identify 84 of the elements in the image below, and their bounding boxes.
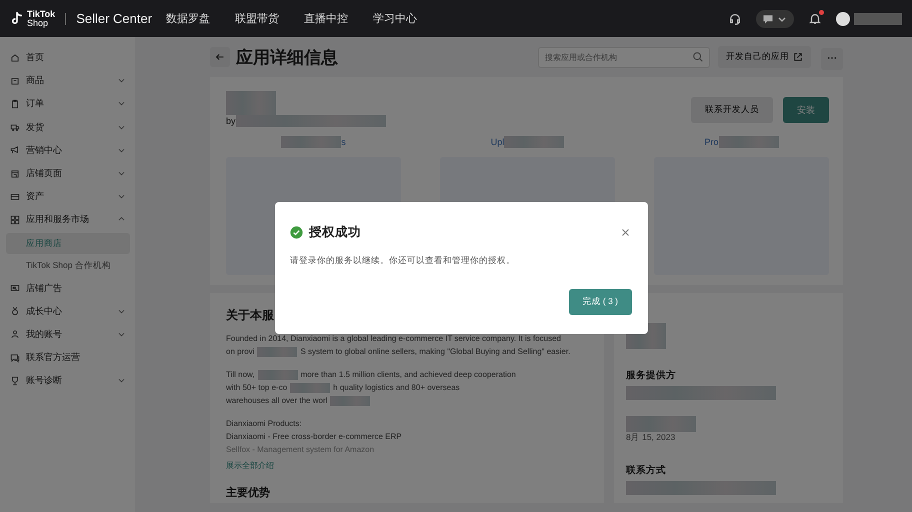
redacted-text bbox=[257, 346, 298, 356]
sidebar-item[interactable]: 我的账号 bbox=[0, 322, 135, 346]
menu-icon bbox=[10, 306, 20, 316]
logo-subtext: Shop bbox=[27, 18, 50, 28]
nav-link[interactable]: 数据罗盘 bbox=[166, 11, 210, 26]
menu-icon bbox=[10, 352, 20, 363]
product-line: Dianxiaomi - Free cross-border e-commerce ERP bbox=[226, 431, 403, 443]
sidebar-item[interactable]: 订单 bbox=[0, 92, 135, 116]
sidebar-item[interactable]: 资产 bbox=[0, 185, 135, 208]
paragraph-text: on provi bbox=[226, 346, 254, 358]
search-icon bbox=[692, 51, 704, 63]
menu-icon bbox=[10, 329, 20, 340]
developer-label: by bbox=[226, 116, 236, 126]
done-button[interactable]: 完成 ( 3 ) bbox=[568, 289, 632, 315]
sidebar-item[interactable]: 店铺广告 bbox=[0, 276, 135, 300]
success-check-icon bbox=[290, 226, 303, 239]
sidebar-item[interactable]: 商品 bbox=[0, 69, 135, 92]
feature-heading: Upl bbox=[490, 137, 504, 147]
redacted-text bbox=[290, 382, 330, 392]
paragraph-text: more than 1.5 million clients, and achieved deep cooperation bbox=[300, 369, 516, 381]
paragraph-text: h quality logistics and 80+ overseas bbox=[333, 382, 460, 394]
search-field[interactable]: 搜索应用或合作机构 bbox=[538, 46, 710, 68]
menu-icon bbox=[10, 52, 20, 63]
external-link-icon bbox=[793, 52, 803, 62]
section-heading: 关于本服 bbox=[226, 307, 275, 324]
sidebar-item[interactable]: 店铺页面 bbox=[0, 162, 135, 186]
paragraph-text: Till now, bbox=[226, 369, 255, 381]
logo-text: TikTok bbox=[27, 10, 56, 18]
redacted-heading bbox=[718, 136, 778, 148]
redacted-name bbox=[854, 12, 902, 24]
menu-icon bbox=[10, 98, 20, 109]
products-heading: Dianxiaomi Products: bbox=[226, 418, 303, 430]
menu-icon bbox=[10, 376, 20, 386]
dialog-title: 授权成功 bbox=[309, 224, 361, 241]
chat-menu-button[interactable] bbox=[756, 10, 794, 28]
paragraph-text: with 50+ top e-co bbox=[226, 382, 288, 394]
menu-icon bbox=[10, 214, 20, 225]
sidebar-item[interactable]: 账号诊断 bbox=[0, 369, 135, 392]
back-arrow-icon bbox=[214, 51, 226, 63]
paragraph-text: warehouses all over the worl bbox=[226, 395, 328, 407]
contact-developer-button[interactable]: 联系开发人员 bbox=[691, 97, 773, 123]
menu-icon bbox=[10, 192, 20, 202]
paragraph-text: S system to global online sellers, making "Global Buying and Selling" easier. bbox=[300, 346, 570, 358]
headset-icon[interactable] bbox=[728, 12, 742, 26]
redacted-text bbox=[258, 370, 298, 380]
nav-link[interactable]: 联盟带货 bbox=[235, 11, 280, 26]
section-heading: 主要优势 bbox=[226, 487, 271, 500]
sidebar-item[interactable]: 营销中心 bbox=[0, 138, 135, 162]
feature-heading: Pro bbox=[704, 137, 718, 147]
avatar[interactable] bbox=[836, 12, 850, 26]
close-icon[interactable] bbox=[621, 228, 630, 237]
redacted-heading bbox=[281, 136, 342, 148]
develop-app-button[interactable]: 开发自己的应用 bbox=[718, 46, 811, 68]
tiktok-logo-icon bbox=[10, 10, 24, 26]
sidebar-item[interactable]: 首页 bbox=[0, 46, 135, 70]
dialog-message: 请登录你的服务以继续。你还可以查看和管理你的授权。 bbox=[290, 255, 516, 267]
sidebar-item[interactable]: 联系官方运营 bbox=[0, 346, 135, 370]
contact-heading: 联系方式 bbox=[626, 464, 667, 477]
page-title: 应用详细信息 bbox=[236, 46, 338, 68]
menu-icon bbox=[10, 122, 20, 132]
back-button[interactable] bbox=[210, 47, 230, 67]
date-text: 8月 15, 2023 bbox=[626, 432, 676, 444]
sidebar-item[interactable]: 成长中心 bbox=[0, 300, 135, 323]
sidebar-subitem[interactable]: TikTok Shop 合作机构 bbox=[6, 254, 130, 276]
menu-icon bbox=[10, 283, 20, 294]
nav-link[interactable]: 直播中控 bbox=[304, 11, 348, 26]
menu-icon bbox=[10, 145, 20, 156]
sidebar-item[interactable]: 应用和服务市场 bbox=[0, 208, 135, 232]
redacted-text bbox=[626, 416, 696, 432]
product-line: Sellfox - Management system for Amazon bbox=[226, 444, 376, 456]
nav-link[interactable]: 学习中心 bbox=[373, 11, 418, 26]
feature-heading: s bbox=[341, 137, 346, 147]
redacted-heading bbox=[504, 136, 564, 148]
install-button[interactable]: 安装 bbox=[783, 97, 829, 123]
product-name: Seller Center bbox=[76, 11, 152, 26]
paragraph-text: Founded in 2014, Dianxiaomi is a global leading e-commerce IT service company. It is focused bbox=[226, 333, 561, 345]
redacted-app-name bbox=[226, 91, 276, 115]
provider-heading: 服务提供方 bbox=[626, 369, 677, 382]
sidebar-item[interactable]: 发货 bbox=[0, 116, 135, 139]
chat-icon bbox=[762, 12, 774, 24]
menu-icon bbox=[10, 76, 20, 86]
bell-icon[interactable] bbox=[808, 12, 822, 26]
show-all-link[interactable]: 展示全部介绍 bbox=[226, 460, 594, 471]
menu-icon bbox=[10, 168, 20, 179]
